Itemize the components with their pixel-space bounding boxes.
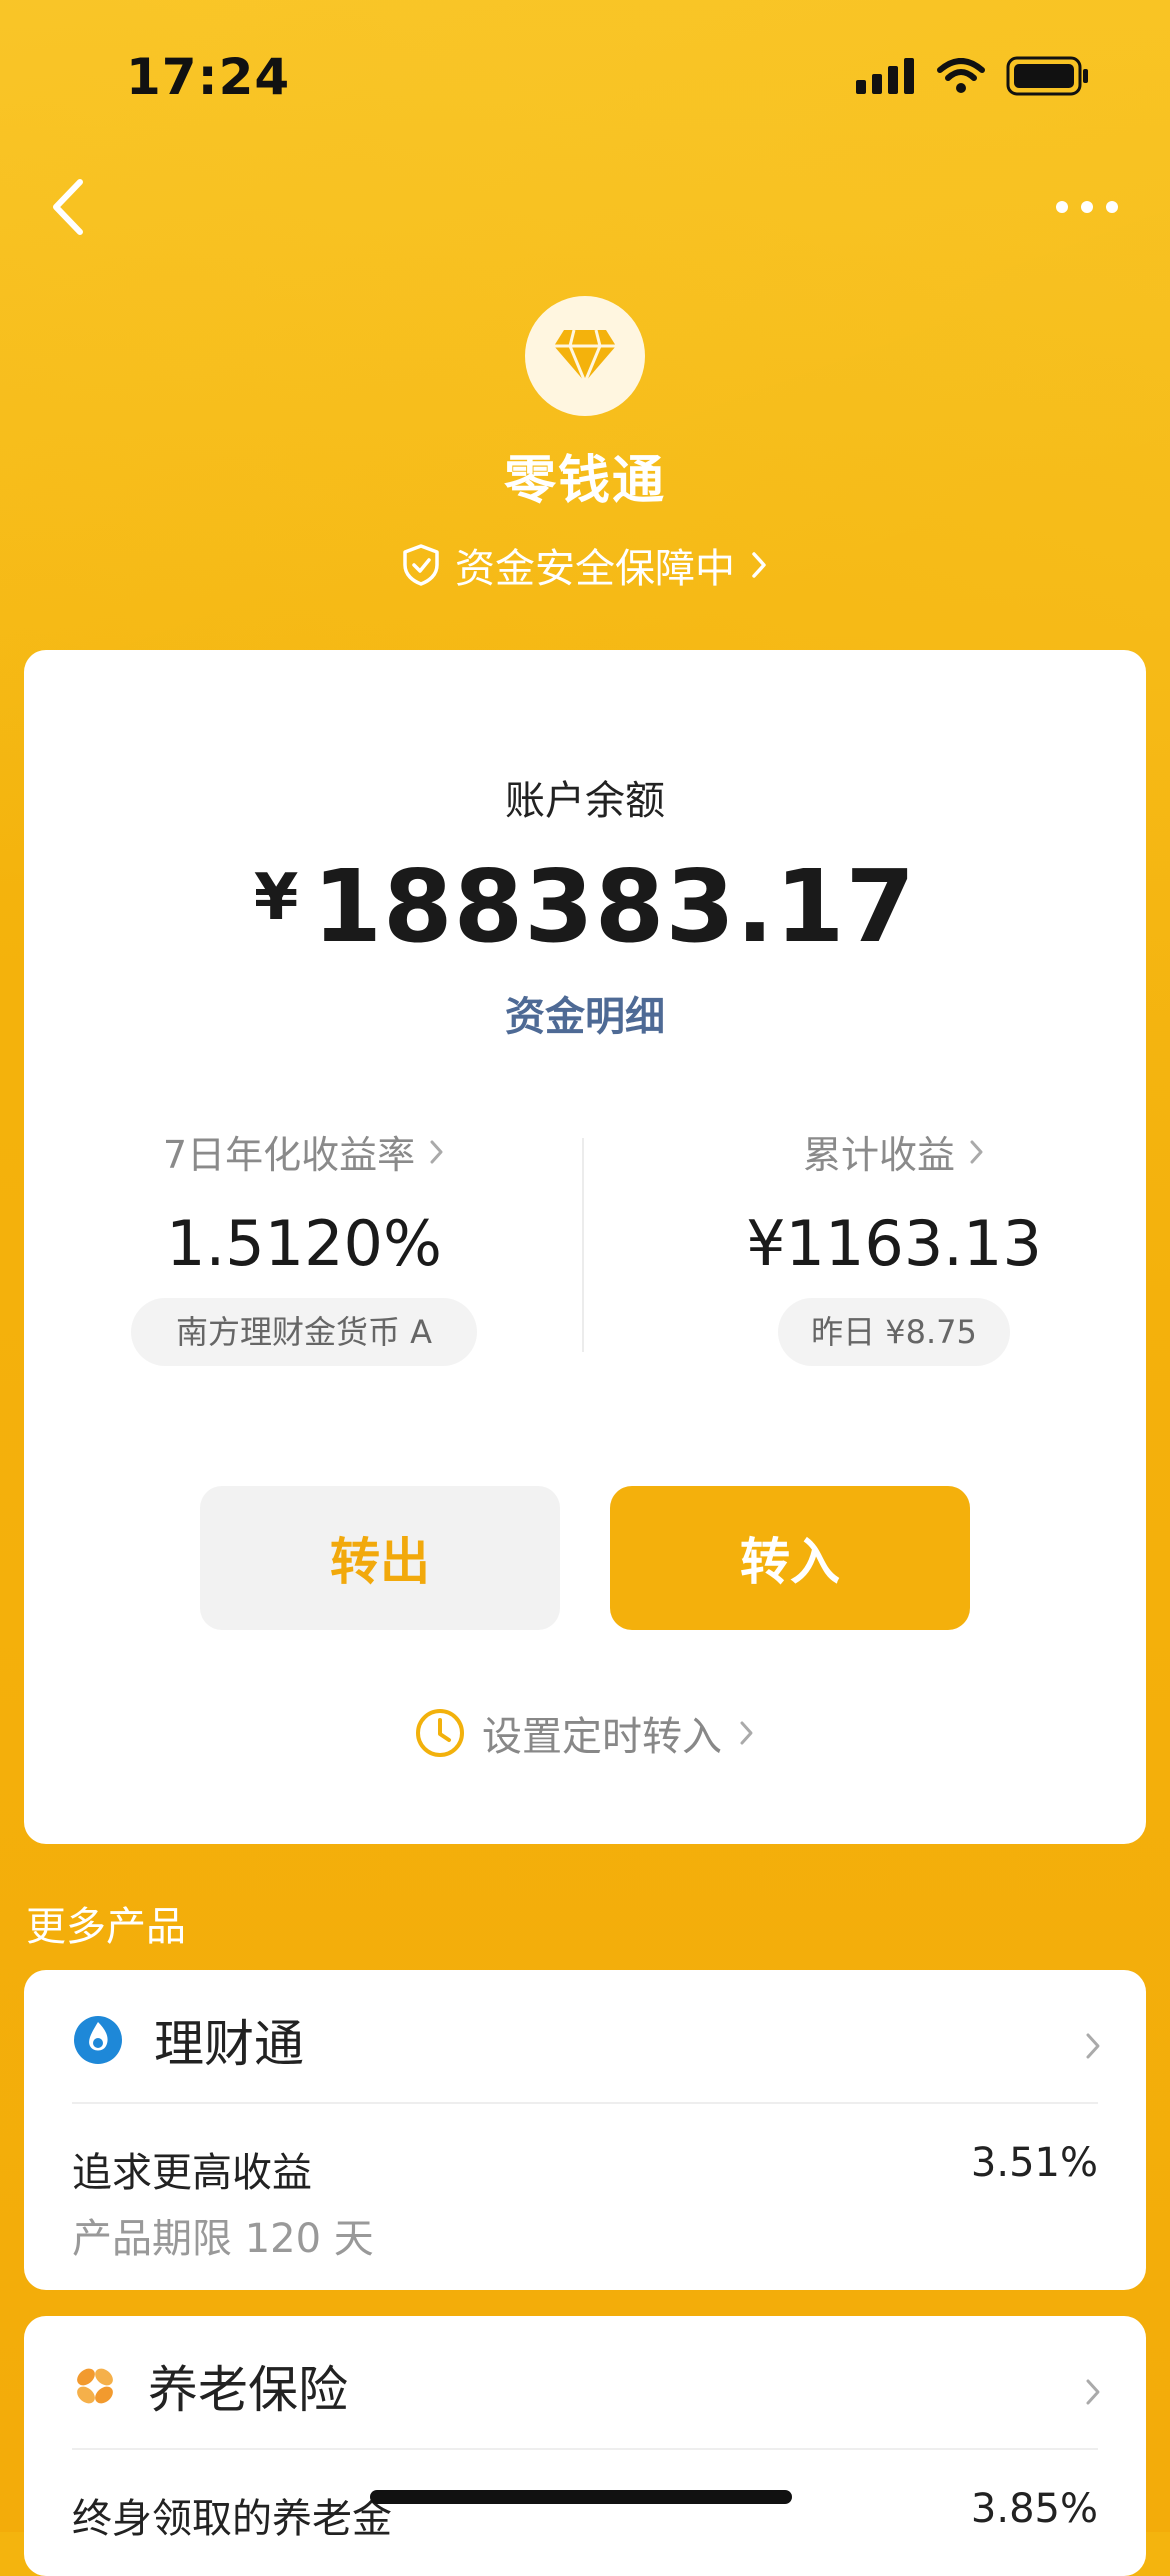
earnings-stat[interactable]: 累计收益 ¥1163.13 昨日 ¥8.75	[714, 1124, 1074, 1366]
pension-leaf-icon	[77, 2368, 113, 2404]
product-header: 养老保险	[70, 2350, 348, 2422]
yield-label-row: 7日年化收益率	[124, 1124, 484, 1179]
product-rate: 3.85%	[970, 2486, 1098, 2532]
transfer-in-button[interactable]: 转入	[610, 1486, 970, 1630]
transfer-out-button[interactable]: 转出	[200, 1486, 560, 1630]
security-guarantee-link[interactable]: 资金安全保障中	[0, 536, 1170, 594]
product-rate: 3.51%	[970, 2140, 1098, 2186]
yield-label: 7日年化收益率	[162, 1133, 416, 1177]
fund-detail-link[interactable]: 资金明细	[24, 984, 1146, 1042]
divider	[72, 2102, 1098, 2104]
product-description: 追求更高收益	[72, 2150, 312, 2196]
earnings-label-row: 累计收益	[714, 1124, 1074, 1179]
cellular-signal-icon	[856, 58, 914, 94]
product-description: 终身领取的养老金	[72, 2496, 392, 2542]
chevron-right-icon	[1086, 2379, 1100, 2405]
product-card-pension-insurance[interactable]: 养老保险 终身领取的养老金 3.85%	[24, 2316, 1146, 2576]
chevron-right-icon	[430, 1140, 443, 1163]
shield-icon	[403, 544, 439, 586]
chevron-right-icon	[752, 552, 766, 578]
chevron-right-icon	[740, 1721, 753, 1745]
earnings-label: 累计收益	[802, 1133, 955, 1177]
earnings-value: ¥1163.13	[746, 1207, 1042, 1280]
product-card-licaitong[interactable]: 理财通 追求更高收益 产品期限 120 天 3.51%	[24, 1970, 1146, 2290]
product-logo	[525, 296, 645, 416]
scheduled-transfer-text: 设置定时转入	[482, 1714, 722, 1760]
product-header: 理财通	[70, 2004, 304, 2076]
more-options-icon[interactable]	[1052, 192, 1122, 222]
product-term: 产品期限 120 天	[72, 2216, 374, 2262]
divider	[72, 2448, 1098, 2450]
chevron-right-icon	[1086, 2033, 1100, 2059]
wifi-icon	[937, 58, 985, 93]
licaitong-logo-icon	[74, 2016, 122, 2064]
balance-label: 账户余额	[505, 778, 665, 824]
stat-divider	[582, 1138, 584, 1352]
home-indicator[interactable]	[370, 2490, 792, 2504]
status-icons	[856, 56, 1090, 96]
diamond-icon	[554, 329, 616, 383]
security-text: 资金安全保障中	[455, 546, 735, 592]
product-name: 养老保险	[148, 2361, 348, 2419]
yield-stat[interactable]: 7日年化收益率 1.5120% 南方理财金货币 A	[124, 1124, 484, 1366]
yield-value: 1.5120%	[166, 1207, 442, 1280]
product-name: 理财通	[154, 2015, 304, 2073]
yesterday-earnings-badge: 昨日 ¥8.75	[778, 1298, 1010, 1366]
balance-value: 188383.17	[312, 848, 917, 965]
balance-card: 账户余额 ¥ 188383.17 资金明细 7日年化收益率 1.5120% 南方…	[24, 650, 1146, 1844]
status-time: 17:24	[126, 48, 291, 106]
currency-symbol: ¥	[253, 861, 299, 935]
balance-amount: ¥ 188383.17	[24, 848, 1146, 965]
battery-icon	[1006, 56, 1088, 96]
scheduled-transfer-link[interactable]: 设置定时转入	[24, 1704, 1146, 1762]
more-products-title: 更多产品	[26, 1904, 186, 1950]
chevron-right-icon	[970, 1140, 983, 1163]
back-chevron-icon[interactable]	[44, 172, 94, 242]
product-title: 零钱通	[503, 451, 666, 511]
fund-name-badge: 南方理财金货币 A	[131, 1298, 477, 1366]
clock-icon	[416, 1709, 464, 1757]
